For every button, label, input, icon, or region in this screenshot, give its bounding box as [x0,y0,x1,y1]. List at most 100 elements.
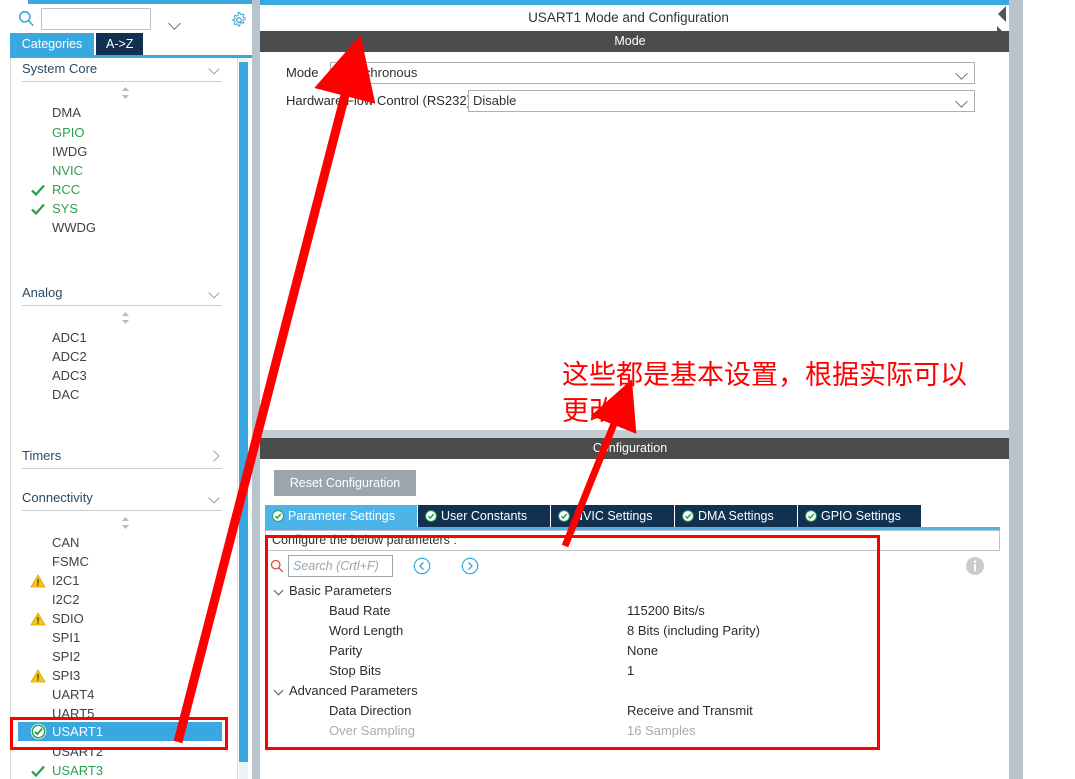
chevron-down-icon [168,17,181,30]
param-value: Receive and Transmit [627,703,753,718]
tab-label: NVIC Settings [574,509,653,523]
hw-flow-control-field-row: Hardware Flow Control (RS232) Disable [260,90,1000,112]
sidebar-item-adc3[interactable]: ADC3 [22,366,222,385]
chevron-down-icon [955,95,968,108]
stm32cubemx-window: Categories A->Z System Core DMA GPIO IWD… [0,0,1075,779]
sidebar-item-label: USART3 [52,763,104,778]
tab-nvic-settings[interactable]: NVIC Settings [551,505,675,527]
mode-field-label: Mode [286,65,319,80]
section-divider[interactable] [260,430,1009,438]
sidebar-item-spi1[interactable]: SPI1 [22,628,222,647]
sidebar-item-usart1[interactable]: USART1 [18,722,222,741]
sidebar-item-dac[interactable]: DAC [22,385,222,404]
chevron-down-icon [273,685,284,696]
sidebar-group-analog[interactable]: Analog [22,280,222,306]
param-value: 115200 Bits/s [627,603,705,618]
config-header-extension [980,438,1009,459]
sidebar-group-label: System Core [22,61,98,76]
sidebar-group-system-core[interactable]: System Core [22,56,222,82]
sidebar-group-timers[interactable]: Timers [22,443,222,469]
warning-icon [30,574,46,588]
sidebar-item-sdio[interactable]: SDIO [22,609,222,628]
sidebar-item-i2c2[interactable]: I2C2 [22,590,222,609]
tab-gpio-settings[interactable]: GPIO Settings [798,505,922,527]
sidebar-item-label: I2C1 [52,573,80,588]
sidebar-group-label: Analog [22,285,63,300]
mode-select[interactable]: Asynchronous [330,62,975,84]
tab-label: Parameter Settings [288,509,395,523]
hw-flow-control-select[interactable]: Disable [468,90,975,112]
search-icon[interactable] [18,10,35,27]
info-icon[interactable] [965,556,985,576]
parameter-search-input[interactable]: Search (Crtl+F) [288,555,393,577]
check-circle-icon [425,510,437,522]
tab-user-constants[interactable]: User Constants [418,505,551,527]
sidebar-item-nvic[interactable]: NVIC [22,161,222,180]
sidebar-search-row [0,4,252,32]
tree-group-advanced-parameters[interactable]: Advanced Parameters [271,681,418,701]
tab-parameter-settings[interactable]: Parameter Settings [265,505,418,527]
reset-configuration-button[interactable]: Reset Configuration [274,470,416,496]
sidebar-item-label: I2C2 [52,592,80,607]
gear-icon[interactable] [230,11,248,29]
param-value: 8 Bits (including Parity) [627,623,760,638]
sidebar-item-label: DAC [52,387,80,402]
mode-section-header: Mode [260,31,1000,52]
sidebar-item-label: RCC [52,182,81,197]
page-title: USART1 Mode and Configuration [260,5,997,31]
scroll-updown-icon[interactable] [119,86,132,100]
panel-splitter[interactable] [252,0,260,779]
sidebar-search-combo[interactable] [41,8,181,30]
sidebar-scrollbar-thumb[interactable] [239,62,248,762]
scroll-updown-icon[interactable] [119,311,132,325]
sidebar-item-usart2[interactable]: USART2 [22,742,222,761]
sidebar-item-iwdg[interactable]: IWDG [22,142,222,161]
sidebar-item-rcc[interactable]: RCC [22,180,222,199]
sidebar-group-connectivity[interactable]: Connectivity [22,485,222,511]
check-circle-icon [805,510,817,522]
mode-header-extension [980,31,1010,52]
sidebar-item-sys[interactable]: SYS [22,199,222,218]
chevron-right-circle-icon[interactable] [461,557,479,575]
tab-dma-settings[interactable]: DMA Settings [675,505,798,527]
sidebar-item-dma[interactable]: DMA [22,103,222,122]
tab-a-to-z[interactable]: A->Z [96,33,144,55]
sidebar-item-i2c1[interactable]: I2C1 [22,571,222,590]
sidebar-item-gpio[interactable]: GPIO [22,123,222,142]
chevron-down-icon [208,63,220,75]
sidebar-item-usart3[interactable]: USART3 [22,761,222,779]
sidebar-item-adc2[interactable]: ADC2 [22,347,222,366]
param-name: Data Direction [329,703,412,718]
sidebar-item-wwdg[interactable]: WWDG [22,218,222,237]
check-icon [31,765,45,778]
sidebar-group-label: Timers [22,448,62,463]
param-value: 16 Samples [627,723,696,738]
sidebar-item-label: ADC3 [52,368,87,383]
warning-icon [30,669,46,683]
chevron-down-icon [208,492,220,504]
sidebar-item-adc1[interactable]: ADC1 [22,328,222,347]
sidebar-item-can[interactable]: CAN [22,533,222,552]
tree-group-label: Basic Parameters [289,583,392,598]
hw-flow-control-value: Disable [473,93,517,108]
tree-group-basic-parameters[interactable]: Basic Parameters [271,581,392,601]
check-circle-icon [558,510,570,522]
scroll-updown-icon[interactable] [119,516,132,530]
sidebar-item-uart5[interactable]: UART5 [22,704,222,723]
sidebar-item-fsmc[interactable]: FSMC [22,552,222,571]
chevron-left-circle-icon[interactable] [413,557,431,575]
sidebar-item-label: USART2 [52,744,104,759]
tab-categories[interactable]: Categories [10,33,94,55]
sidebar-item-uart4[interactable]: UART4 [22,685,222,704]
mode-field-row: Mode Asynchronous [260,62,1000,84]
tab-label: GPIO Settings [821,509,901,523]
sidebar-item-spi2[interactable]: SPI2 [22,647,222,666]
tree-group-label: Advanced Parameters [289,683,418,698]
param-value: None [627,643,659,658]
sidebar-item-spi3[interactable]: SPI3 [22,666,222,685]
sidebar-item-label: NVIC [52,163,84,178]
search-icon[interactable] [270,559,284,573]
parameter-hint-text: Configure the below parameters : [272,533,457,547]
sidebar-item-label: CAN [52,535,80,550]
pane-scrollbar-track[interactable] [1009,0,1023,779]
